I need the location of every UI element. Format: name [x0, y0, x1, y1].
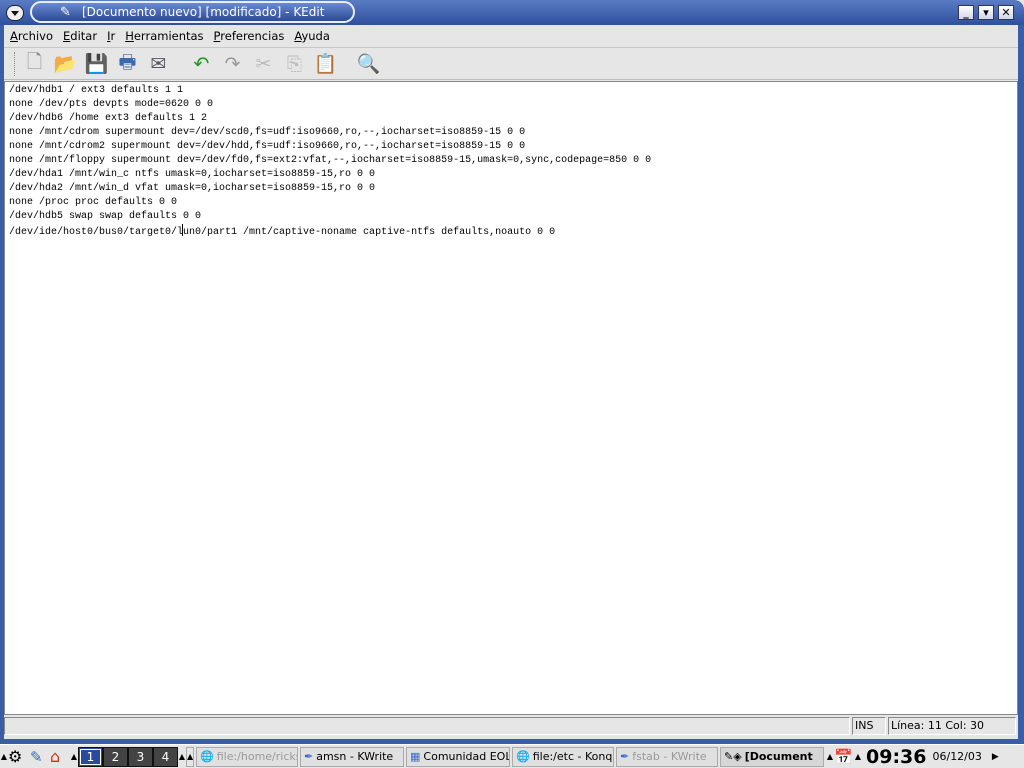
editor-line: none /mnt/cdrom supermount dev=/dev/scd0…: [9, 127, 526, 138]
editor-line: /dev/hdb1 / ext3 defaults 1 1: [9, 85, 184, 96]
cut-icon: ✂: [255, 52, 272, 75]
task-label: file:/home/ricks/: [216, 750, 298, 763]
status-bar: INS Línea: 11 Col: 30: [4, 717, 1018, 736]
panel-arrow-icon[interactable]: ▲: [0, 752, 8, 761]
task-active-kedit[interactable]: ✎◈ [Document: [720, 746, 824, 767]
copy-button[interactable]: ⎘: [281, 50, 308, 77]
text-cursor: [182, 224, 184, 236]
send-mail-button[interactable]: ✉: [145, 50, 172, 77]
editor-line: /dev/ide/host0/bus0/target0/lun0/part1 /…: [9, 224, 1013, 240]
task-label: amsn - KWrite: [316, 750, 394, 763]
title-bar[interactable]: ✎ [Documento nuevo] [modificado] - KEdit…: [0, 0, 1024, 25]
redo-button[interactable]: ↷: [219, 50, 246, 77]
save-icon: 💾: [84, 53, 109, 75]
open-folder-icon: 📂: [53, 53, 78, 75]
paste-button[interactable]: 📋: [312, 50, 339, 77]
menu-ir[interactable]: Ir: [107, 29, 115, 43]
taskbar-scroll-button[interactable]: ▲: [186, 746, 194, 767]
print-icon: 🖶: [118, 50, 137, 73]
new-document-button[interactable]: 🗋: [21, 50, 48, 77]
clock[interactable]: 09:36: [866, 746, 926, 768]
menu-preferencias[interactable]: Preferencias: [214, 29, 285, 43]
task-list: 🌐 file:/home/ricks/✒ amsn - KWrite ▦ Comunid…: [196, 746, 720, 767]
menu-editar[interactable]: Editar: [63, 29, 97, 43]
task-app-icon: 🌐: [516, 750, 530, 763]
insert-mode-indicator: INS: [852, 717, 886, 735]
editor-line: /dev/hda1 /mnt/win_c ntfs umask=0,iochar…: [9, 169, 376, 180]
desktop-icon[interactable]: ✎: [30, 748, 50, 766]
print-button[interactable]: 🖶: [114, 50, 141, 77]
kedit-app-icon: ✎: [60, 5, 71, 20]
panel-arrow-icon[interactable]: ▲: [178, 752, 186, 761]
window-content: Archivo Editar Ir Herramientas Preferenc…: [4, 25, 1018, 739]
task-button[interactable]: ✒ amsn - KWrite: [300, 746, 404, 767]
task-app-icon: 🌐: [200, 750, 214, 763]
desktop-4-button[interactable]: 4: [153, 746, 178, 767]
panel-arrow-icon[interactable]: ▲: [70, 752, 78, 761]
panel-arrow-icon[interactable]: ▲: [826, 752, 834, 761]
close-button[interactable]: ✕: [998, 5, 1014, 20]
task-app-icon: ✒: [304, 750, 314, 763]
window-menu-button[interactable]: [6, 5, 24, 21]
toolbar-handle[interactable]: [14, 51, 17, 76]
title-pill: ✎ [Documento nuevo] [modificado] - KEdit: [30, 1, 355, 23]
task-label: [Document: [744, 750, 813, 763]
kedit-window: ✎ [Documento nuevo] [modificado] - KEdit…: [0, 0, 1024, 744]
send-mail-icon: ✉: [150, 52, 167, 75]
task-app-icon: ▦: [410, 750, 421, 763]
paste-icon: 📋: [313, 53, 338, 75]
maximize-button[interactable]: ▾: [978, 5, 994, 20]
undo-icon: ↶: [193, 52, 210, 75]
window-title: [Documento nuevo] [modificado] - KEdit: [82, 5, 325, 19]
desktop-2-button[interactable]: 2: [103, 746, 128, 767]
menu-bar: Archivo Editar Ir Herramientas Preferenc…: [4, 25, 1018, 48]
save-button[interactable]: 💾: [83, 50, 110, 77]
editor-line: none /mnt/floppy supermount dev=/dev/fd0…: [9, 155, 652, 166]
date[interactable]: 06/12/03: [932, 750, 981, 763]
undo-button[interactable]: ↶: [188, 50, 215, 77]
menu-herramientas[interactable]: Herramientas: [125, 29, 203, 43]
task-button[interactable]: ✒ fstab - KWrite: [616, 746, 718, 767]
toolbar: 🗋 📂 💾 🖶 ✉ ↶ ↷ ✂ ⎘ 📋 🔍: [4, 48, 1018, 80]
home-icon[interactable]: ⌂: [50, 747, 70, 766]
minimize-button[interactable]: _: [958, 5, 974, 20]
task-label: Comunidad EOL: [423, 750, 510, 763]
editor-line: none /proc proc defaults 0 0: [9, 197, 178, 208]
redo-icon: ↷: [224, 52, 241, 75]
editor-line: none /mnt/cdrom2 supermount dev=/dev/hdd…: [9, 141, 526, 152]
status-message: [4, 717, 850, 735]
task-label: file:/etc - Konqu: [532, 750, 614, 763]
kde-menu-icon[interactable]: ⚙: [8, 747, 30, 766]
cut-button[interactable]: ✂: [250, 50, 277, 77]
editor-line: /dev/hdb6 /home ext3 defaults 1 2: [9, 113, 208, 124]
task-button[interactable]: 🌐 file:/home/ricks/: [196, 746, 298, 767]
panel-hide-arrow-icon[interactable]: ▶: [992, 752, 999, 762]
menu-ayuda[interactable]: Ayuda: [294, 29, 330, 43]
find-button[interactable]: 🔍: [355, 50, 382, 77]
new-document-icon: 🗋: [26, 50, 43, 73]
editor-line: /dev/hda2 /mnt/win_d vfat umask=0,iochar…: [9, 183, 376, 194]
text-editor[interactable]: /dev/hdb1 / ext3 defaults 1 1 none /dev/p…: [4, 81, 1018, 715]
copy-icon: ⎘: [286, 52, 303, 75]
task-button[interactable]: 🌐 file:/etc - Konqu: [512, 746, 614, 767]
panel-arrow-icon[interactable]: ▲: [854, 752, 862, 761]
taskbar: ▲ ⚙ ✎ ⌂ ▲ 1234 ▲ ▲ 🌐 file:/home/ricks/✒ am…: [0, 744, 1024, 768]
editor-line: none /dev/pts devpts mode=0620 0 0: [9, 99, 214, 110]
menu-archivo[interactable]: Archivo: [10, 29, 53, 43]
desktop-pager: 1234: [78, 746, 178, 767]
kedit-icon: ✎◈: [724, 750, 742, 763]
desktop-1-button[interactable]: 1: [78, 746, 103, 767]
cursor-position: Línea: 11 Col: 30: [888, 717, 1016, 735]
open-folder-button[interactable]: 📂: [52, 50, 79, 77]
desktop-3-button[interactable]: 3: [128, 746, 153, 767]
editor-line: /dev/hdb5 swap swap defaults 0 0: [9, 211, 202, 222]
task-app-icon: ✒: [620, 750, 630, 763]
calendar-applet-icon[interactable]: 📅: [834, 748, 854, 766]
find-icon: 🔍: [356, 53, 381, 75]
task-label: fstab - KWrite: [632, 750, 707, 763]
task-button[interactable]: ▦ Comunidad EOL: [406, 746, 510, 767]
